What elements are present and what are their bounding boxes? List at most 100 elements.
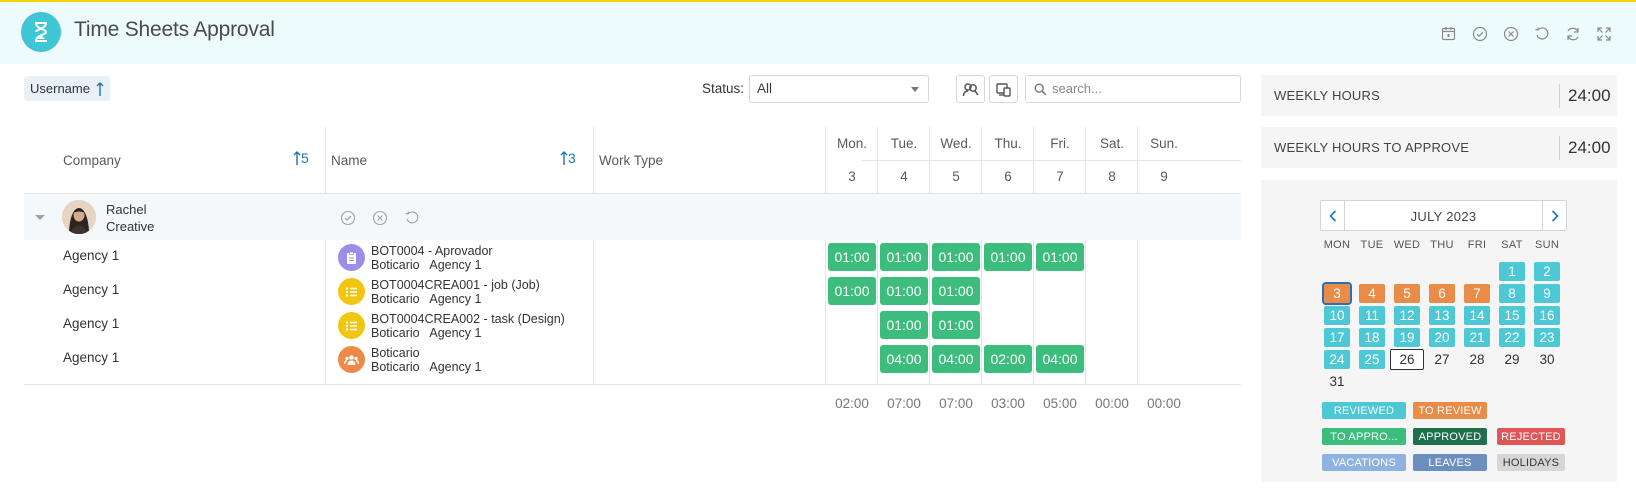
calendar-day[interactable]: 27 [1429, 350, 1455, 369]
chevron-right-icon [1551, 209, 1559, 222]
undo-icon[interactable] [1533, 25, 1550, 42]
hours-cell[interactable]: 01:00 [880, 243, 928, 271]
calendar-day[interactable]: 5 [1394, 284, 1420, 303]
calendar-day[interactable]: 14 [1464, 306, 1490, 325]
check-circle-icon[interactable] [1471, 25, 1488, 42]
chevron-down-icon[interactable] [34, 214, 46, 222]
calendar-day[interactable]: 17 [1324, 328, 1350, 347]
calendar-day[interactable]: 6 [1429, 284, 1455, 303]
column-header-name[interactable]: Name [331, 153, 367, 168]
calendar-day[interactable]: 19 [1394, 328, 1420, 347]
status-select[interactable]: All [749, 75, 929, 103]
expand-icon[interactable] [1595, 25, 1612, 42]
check-circle-icon[interactable] [340, 210, 356, 226]
calendar-day[interactable]: 3 [1322, 282, 1352, 305]
calendar-day[interactable]: 31 [1324, 372, 1350, 391]
user-search-icon [962, 82, 979, 96]
task-name[interactable]: BOT0004CREA001 - job (Job) Boticario Agen… [371, 278, 540, 306]
divider [825, 240, 826, 384]
calendar-weekday: FRI [1467, 239, 1487, 251]
calendar-prev-button[interactable] [1321, 201, 1345, 230]
calendar-icon[interactable] [1440, 25, 1457, 42]
calendar-day[interactable]: 16 [1534, 306, 1560, 325]
day-total: 00:00 [1095, 396, 1129, 411]
calendar-day[interactable]: 18 [1359, 328, 1385, 347]
column-header-work-type[interactable]: Work Type [599, 153, 663, 168]
hours-cell[interactable]: 01:00 [828, 277, 876, 305]
legend-item: REJECTED [1497, 428, 1565, 445]
hours-cell[interactable]: 01:00 [932, 277, 980, 305]
x-circle-icon[interactable] [372, 210, 388, 226]
hours-cell[interactable]: 01:00 [984, 243, 1032, 271]
calendar-day[interactable]: 11 [1359, 306, 1385, 325]
day-header-number: 4 [900, 169, 908, 184]
legend-item: HOLIDAYS [1497, 454, 1565, 471]
device-view-button[interactable] [989, 75, 1018, 103]
company-sort-indicator[interactable]: 5 [293, 150, 309, 166]
divider [1033, 240, 1034, 384]
calendar-day[interactable]: 15 [1499, 306, 1525, 325]
name-sort-order: 3 [568, 150, 576, 166]
calendar-next-button[interactable] [1542, 201, 1566, 230]
calendar-day[interactable]: 25 [1359, 350, 1385, 369]
legend-item: LEAVES [1413, 454, 1487, 471]
hours-cell[interactable]: 01:00 [932, 311, 980, 339]
day-total: 07:00 [939, 396, 973, 411]
search-icon [1034, 83, 1047, 96]
task-name[interactable]: BOT0004 - Aprovador Boticario Agency 1 [371, 244, 493, 272]
hours-cell[interactable]: 04:00 [880, 345, 928, 373]
calendar-day[interactable]: 12 [1394, 306, 1420, 325]
task-name[interactable]: BOT0004CREA002 - task (Design) Boticario … [371, 312, 565, 340]
calendar-day[interactable]: 29 [1499, 350, 1525, 369]
name-sort-indicator[interactable]: 3 [560, 150, 576, 166]
hours-cell[interactable]: 04:00 [1036, 345, 1084, 373]
calendar-day[interactable]: 30 [1534, 350, 1560, 369]
legend-item: VACATIONS [1322, 454, 1406, 471]
hours-cell[interactable]: 04:00 [932, 345, 980, 373]
calendar-day[interactable]: 7 [1464, 284, 1490, 303]
devices-icon [996, 82, 1011, 97]
calendar-day[interactable]: 24 [1324, 350, 1350, 369]
day-header-name: Fri. [1050, 136, 1070, 151]
hours-cell[interactable]: 01:00 [1036, 243, 1084, 271]
hours-cell[interactable]: 01:00 [828, 243, 876, 271]
hours-cell[interactable]: 01:00 [880, 277, 928, 305]
calendar-day[interactable]: 10 [1324, 306, 1350, 325]
undo-icon[interactable] [404, 210, 420, 226]
calendar-day[interactable]: 21 [1464, 328, 1490, 347]
calendar-day[interactable]: 1 [1499, 262, 1525, 281]
hours-cell[interactable]: 01:00 [880, 311, 928, 339]
weekly-approve-value: 24:00 [1568, 138, 1611, 157]
day-total: 05:00 [1043, 396, 1077, 411]
calendar-day[interactable]: 13 [1429, 306, 1455, 325]
calendar-day[interactable]: 4 [1359, 284, 1385, 303]
calendar-weekday: SUN [1534, 239, 1560, 251]
sort-chip-username[interactable]: Username [24, 76, 110, 101]
x-circle-icon[interactable] [1502, 25, 1519, 42]
day-header-number: 9 [1160, 169, 1168, 184]
calendar-day[interactable]: 9 [1534, 284, 1560, 303]
divider [24, 384, 1241, 385]
calendar-day[interactable]: 26 [1390, 349, 1424, 370]
divider [1085, 127, 1086, 194]
calendar-day[interactable]: 20 [1429, 328, 1455, 347]
list-icon [338, 312, 365, 339]
filter-users-button[interactable] [956, 75, 985, 103]
search-input[interactable] [1052, 81, 1232, 96]
calendar-day[interactable]: 22 [1499, 328, 1525, 347]
calendar-day[interactable]: 23 [1534, 328, 1560, 347]
status-label: Status: [702, 81, 745, 96]
calendar-day[interactable]: 28 [1464, 350, 1490, 369]
weekly-hours-box: WEEKLY HOURS 24:00 [1261, 75, 1617, 116]
task-name[interactable]: Boticario Boticario Agency 1 [371, 346, 481, 374]
day-total: 00:00 [1147, 396, 1181, 411]
refresh-icon[interactable] [1564, 25, 1581, 42]
hours-cell[interactable]: 01:00 [932, 243, 980, 271]
hours-cell[interactable]: 02:00 [984, 345, 1032, 373]
divider [861, 160, 1241, 161]
group-row[interactable] [24, 194, 1241, 240]
task-subtitle: Boticario Agency 1 [371, 292, 482, 306]
column-header-company[interactable]: Company [63, 153, 121, 168]
calendar-day[interactable]: 2 [1534, 262, 1560, 281]
calendar-day[interactable]: 8 [1499, 284, 1525, 303]
